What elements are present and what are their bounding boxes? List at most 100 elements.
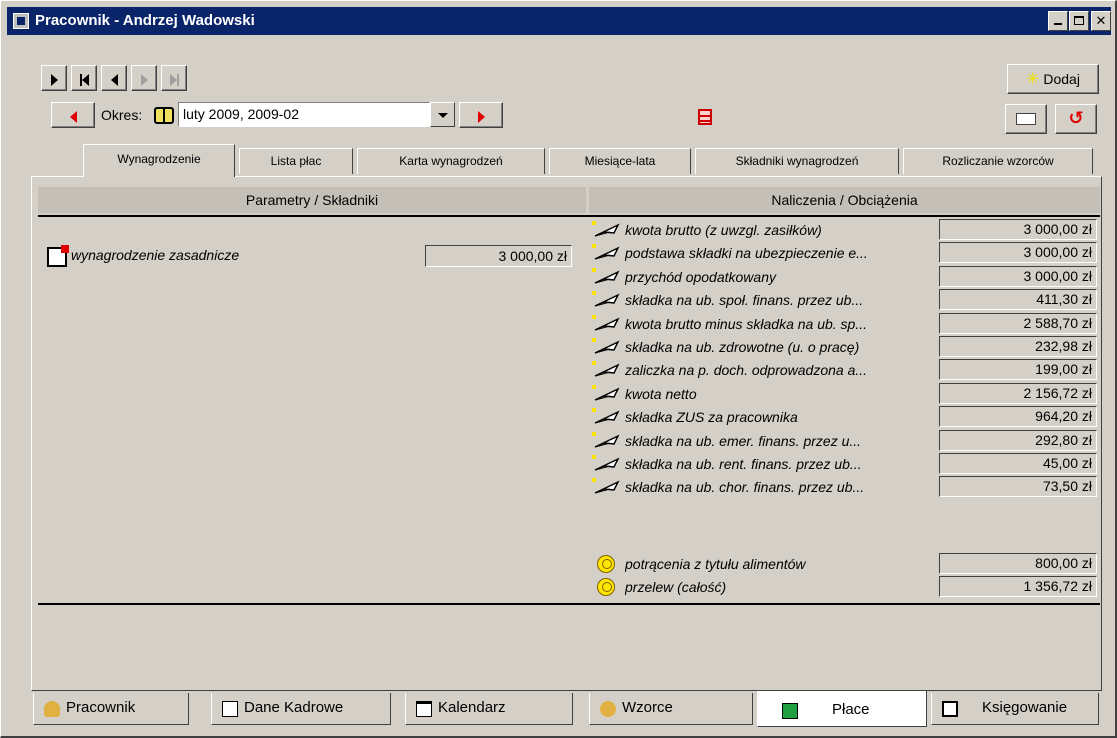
accrual-value[interactable]: 3 000,00 zł bbox=[939, 219, 1097, 240]
star-icon: ✳ bbox=[1026, 71, 1040, 88]
maximize-icon bbox=[1074, 16, 1084, 25]
prev-icon bbox=[110, 73, 118, 86]
first-record-icon bbox=[79, 71, 89, 86]
accrual-value[interactable]: 3 000,00 zł bbox=[939, 266, 1097, 287]
accrual-label[interactable]: składka na ub. społ. finans. przez ub... bbox=[625, 290, 937, 310]
tab-karta-wynagrodzen[interactable]: Karta wynagrodzeń bbox=[357, 148, 545, 174]
minimize-icon bbox=[1054, 23, 1062, 25]
accrual-value[interactable]: 199,00 zł bbox=[939, 359, 1097, 380]
refresh-icon: ↺ bbox=[1068, 108, 1084, 128]
calculator-icon[interactable] bbox=[698, 109, 712, 125]
accrual-value[interactable]: 45,00 zł bbox=[939, 453, 1097, 474]
feather-icon bbox=[592, 268, 622, 286]
bottom-tab-label: Kalendarz bbox=[438, 699, 506, 716]
accrual-label[interactable]: składka na ub. rent. finans. przez ub... bbox=[625, 454, 937, 474]
accrual-label[interactable]: składka na ub. emer. finans. przez u... bbox=[625, 431, 937, 451]
bottom-tab-label: Płace bbox=[832, 701, 870, 718]
ledger-icon bbox=[942, 701, 958, 717]
add-button[interactable]: ✳ Dodaj bbox=[1007, 64, 1099, 94]
accrual-label[interactable]: kwota netto bbox=[625, 384, 937, 404]
prev-period-button[interactable] bbox=[51, 102, 95, 128]
accrual-label[interactable]: zaliczka na p. doch. odprowadzona a... bbox=[625, 360, 937, 380]
header-divider bbox=[38, 215, 1100, 217]
app-icon bbox=[13, 13, 29, 29]
component-label[interactable]: wynagrodzenie zasadnicze bbox=[71, 247, 239, 263]
component-icon bbox=[47, 245, 69, 267]
feather-icon bbox=[592, 361, 622, 379]
bottom-tab-place[interactable]: Płace bbox=[757, 691, 927, 727]
window-title: Pracownik - Andrzej Wadowski bbox=[35, 12, 255, 29]
accrual-label[interactable]: podstawa składki na ubezpieczenie e... bbox=[625, 243, 937, 263]
bottom-tab-label: Pracownik bbox=[66, 699, 136, 716]
refresh-button[interactable]: ↺ bbox=[1055, 104, 1097, 134]
bottom-tab-dane-kadrowe[interactable]: Dane Kadrowe bbox=[211, 693, 391, 725]
accrual-value[interactable]: 292,80 zł bbox=[939, 430, 1097, 451]
prev-period-icon bbox=[69, 110, 77, 123]
minimize-button[interactable] bbox=[1048, 11, 1068, 31]
tab-lista-plac[interactable]: Lista płac bbox=[239, 148, 353, 174]
period-dropdown-button[interactable] bbox=[430, 102, 455, 127]
footer-divider bbox=[38, 603, 1100, 605]
bottom-tab-label: Dane Kadrowe bbox=[244, 699, 344, 716]
accrual-label[interactable]: składka na ub. zdrowotne (u. o pracę) bbox=[625, 337, 937, 357]
accrual-value[interactable]: 1 356,72 zł bbox=[939, 576, 1097, 597]
play-icon bbox=[50, 73, 58, 86]
feather-icon bbox=[592, 478, 622, 496]
bottom-tab-label: Księgowanie bbox=[982, 699, 1068, 716]
prev-record-button[interactable] bbox=[101, 65, 127, 91]
printer-icon bbox=[1016, 113, 1036, 125]
feather-icon bbox=[592, 244, 622, 262]
tab-miesiace-lata[interactable]: Miesiące-lata bbox=[549, 148, 691, 174]
feather-icon bbox=[592, 432, 622, 450]
bottom-tab-ksiegowanie[interactable]: Księgowanie bbox=[931, 693, 1099, 725]
feather-icon bbox=[592, 315, 622, 333]
accrual-label[interactable]: składka ZUS za pracownika bbox=[625, 407, 937, 427]
calculator-icon bbox=[782, 703, 798, 719]
accrual-label[interactable]: potrącenia z tytułu alimentów bbox=[625, 554, 937, 574]
accrual-value[interactable]: 2 588,70 zł bbox=[939, 313, 1097, 334]
column-header-parameters: Parametry / Składniki bbox=[38, 187, 586, 213]
print-button[interactable] bbox=[1005, 104, 1047, 134]
accrual-value[interactable]: 964,20 zł bbox=[939, 406, 1097, 427]
next-icon bbox=[140, 73, 148, 86]
document-icon bbox=[222, 701, 238, 717]
period-select[interactable]: luty 2009, 2009-02 bbox=[178, 102, 430, 127]
accrual-value[interactable]: 800,00 zł bbox=[939, 553, 1097, 574]
title-bar[interactable]: Pracownik - Andrzej Wadowski ✕ bbox=[7, 7, 1111, 35]
bottom-tab-wzorce[interactable]: Wzorce bbox=[589, 693, 753, 725]
accrual-value[interactable]: 232,98 zł bbox=[939, 336, 1097, 357]
next-record-button[interactable] bbox=[131, 65, 157, 91]
feather-icon bbox=[592, 291, 622, 309]
tab-rozliczanie-wzorcow[interactable]: Rozliczanie wzorców bbox=[903, 148, 1093, 174]
tab-skladniki-wynagrodzen[interactable]: Składniki wynagrodzeń bbox=[695, 148, 899, 174]
close-button[interactable]: ✕ bbox=[1091, 11, 1111, 31]
feather-icon bbox=[592, 385, 622, 403]
accrual-label[interactable]: przelew (całość) bbox=[625, 577, 937, 597]
last-record-button[interactable] bbox=[161, 65, 187, 91]
first-record-button[interactable] bbox=[71, 65, 97, 91]
new-record-button[interactable] bbox=[41, 65, 67, 91]
next-period-button[interactable] bbox=[459, 102, 503, 128]
book-icon[interactable] bbox=[154, 107, 174, 124]
accrual-label[interactable]: kwota brutto (z uwzgl. zasiłków) bbox=[625, 220, 937, 240]
bottom-tab-pracownik[interactable]: Pracownik bbox=[33, 693, 189, 725]
component-value[interactable]: 3 000,00 zł bbox=[425, 245, 572, 267]
accrual-value[interactable]: 2 156,72 zł bbox=[939, 383, 1097, 404]
accrual-label[interactable]: przychód opodatkowany bbox=[625, 267, 937, 287]
accrual-value[interactable]: 3 000,00 zł bbox=[939, 242, 1097, 263]
period-label: Okres: bbox=[101, 107, 143, 123]
accrual-label[interactable]: kwota brutto minus składka na ub. sp... bbox=[625, 314, 937, 334]
accrual-value[interactable]: 411,30 zł bbox=[939, 289, 1097, 310]
next-period-icon bbox=[477, 110, 485, 123]
smiley-coin-icon bbox=[597, 555, 615, 573]
column-header-accruals: Naliczenia / Obciążenia bbox=[589, 187, 1100, 213]
feather-icon bbox=[592, 338, 622, 356]
accrual-value[interactable]: 73,50 zł bbox=[939, 476, 1097, 497]
bottom-tab-kalendarz[interactable]: Kalendarz bbox=[405, 693, 573, 725]
bottom-tab-label: Wzorce bbox=[622, 699, 673, 716]
accrual-label[interactable]: składka na ub. chor. finans. przez ub... bbox=[625, 477, 937, 497]
add-button-label: Dodaj bbox=[1043, 71, 1080, 87]
employee-window: Pracownik - Andrzej Wadowski ✕ Okres: lu… bbox=[0, 0, 1117, 738]
tab-wynagrodzenie[interactable]: Wynagrodzenie bbox=[83, 144, 235, 177]
maximize-button[interactable] bbox=[1069, 11, 1089, 31]
